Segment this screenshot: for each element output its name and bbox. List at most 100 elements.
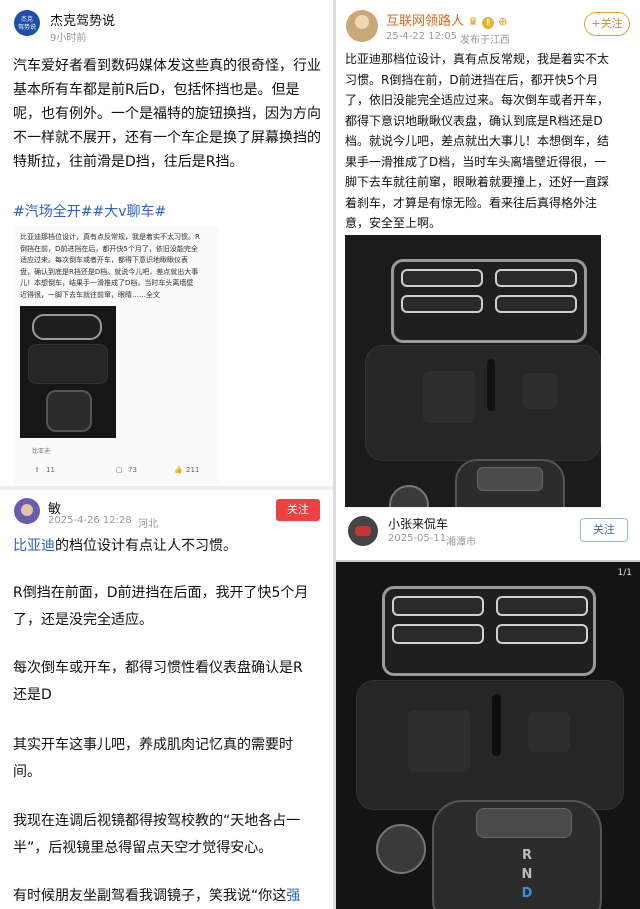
post-body-line-5: 档。就说今儿吧，差点就出大事儿！本想倒车，结 xyxy=(345,134,610,148)
stats-row: ⇪ 11 ▢ 73 👍 211 xyxy=(14,466,219,480)
vent-slat xyxy=(495,295,577,313)
paragraph-6-line-1: 有时候朋友坐副驾看我调镜子，笑我说“你这强 xyxy=(13,884,300,908)
post-body-line-6: 果手一滑推成了D档，当时车头离墙壁近得很，一 xyxy=(345,154,607,169)
gear-letters: R N D xyxy=(520,846,534,903)
post-body-line-7: 脚下去车就往前窜，眼瞅着就要撞上，还好一直踩 xyxy=(345,175,610,189)
post-location: 湘潭市 xyxy=(446,537,476,548)
vent-slat xyxy=(495,269,577,287)
left-top-panel: 杰克 驾势说 杰克驾势说 9小时前 汽车爱好者看到数码媒体发这些真的很奇怪，行业 … xyxy=(0,0,333,486)
avatar-figure-icon xyxy=(355,15,369,29)
tray-pad xyxy=(423,371,475,423)
avatar-figure-icon xyxy=(21,504,33,516)
comment-icon[interactable]: ▢ xyxy=(116,466,123,474)
post-time: 2025-4-26 12:28 xyxy=(48,515,132,526)
gear-letter-n: N xyxy=(521,867,533,882)
post-body-line-2: 习惯。R倒挡在前，D前进挡在后，都开快5个月 xyxy=(345,72,599,87)
hashtags[interactable]: #汽场全开##大v聊车# xyxy=(13,200,166,224)
author-name-text: 互联网领路人 xyxy=(386,14,465,29)
post-time: 2025-05-11 xyxy=(388,533,447,544)
quote-line: 倒挡在前，D前进挡在后，都开快5个月了，依旧没能完全 xyxy=(20,244,198,253)
quoted-post-card[interactable]: 比亚迪那档位设计，真有点反常规，我是着实不太习惯。R 倒挡在前，D前进挡在后，都… xyxy=(14,226,219,484)
quote-thumbnail[interactable] xyxy=(20,306,116,438)
level-badge: Ⅱ xyxy=(482,17,495,29)
repost-icon[interactable]: ⇪ xyxy=(34,466,40,474)
post-body-line-9: 意，安全至上啊。 xyxy=(345,216,442,230)
control-knob xyxy=(376,824,426,874)
quote-line: 盘，确认到底是R挡还是D档。就说今儿吧，差点就出大事 xyxy=(20,267,199,276)
tray xyxy=(28,344,108,384)
gear-display xyxy=(477,467,543,491)
gear-letter-r: R xyxy=(521,848,532,863)
control-knob xyxy=(389,485,429,507)
right-top-panel: 互联网领路人 ♛ Ⅱ ⊕ 25-4-22 12:05 发布于 江西 +关注 比亚… xyxy=(336,0,640,560)
post-body-line-5: 特斯拉，往前滑是D挡，往后是R挡。 xyxy=(13,154,244,170)
follow-button[interactable]: 关注 xyxy=(276,499,320,521)
post-body-line-8: 着刹车，才算是有惊无险。看来往后真得格外注 xyxy=(345,195,598,210)
tray-slot xyxy=(487,359,495,411)
paragraph-2-line-1: R倒挡在前面，D前进挡在后面，我开了快5个月 xyxy=(13,585,309,601)
author-avatar[interactable] xyxy=(14,498,40,524)
repost-count: 11 xyxy=(46,466,55,474)
image-counter: 1/1 xyxy=(617,568,632,578)
tray-pad xyxy=(523,373,557,409)
author-name[interactable]: 互联网领路人 ♛ Ⅱ ⊕ xyxy=(386,10,507,29)
vent-slat xyxy=(392,624,484,644)
vent xyxy=(32,314,102,340)
car-interior-photo[interactable] xyxy=(345,235,601,507)
author-name[interactable]: 小张来侃车 xyxy=(388,515,448,532)
post-body-line-1: 汽车爱好者看到数码媒体发这些真的很奇怪，行业 xyxy=(13,58,321,74)
vent-slat xyxy=(392,596,484,616)
paragraph-4-line-1: 其实开车这事儿吧，养成肌肉记忆真的需要时 xyxy=(13,737,293,753)
follow-button[interactable]: +关注 xyxy=(584,12,630,36)
post-location: 河北 xyxy=(138,519,158,530)
follow-button[interactable]: 关注 xyxy=(580,518,628,542)
paragraph-3-line-1: 每次倒车或开车，都得习惯性看仪表盘确认是R xyxy=(13,660,303,676)
post-body-line-4: 都得下意识地瞅瞅仪表盘，确认到底是R档还是D xyxy=(345,113,603,128)
paragraph-3-line-2: 还是D xyxy=(13,687,52,703)
quote-source: 比亚迪 xyxy=(32,448,51,455)
divider xyxy=(345,507,601,508)
avatar-logo-text: 杰克 驾势说 xyxy=(17,16,36,31)
phone-tray xyxy=(365,345,601,461)
paragraph-text: 有时候朋友坐副驾看我调镜子，笑我说“你这 xyxy=(13,888,287,904)
inline-link[interactable]: 强 xyxy=(286,888,300,904)
paragraph-5-line-1: 我现在连调后视镜都得按驾校教的“天地各占一 xyxy=(13,813,301,829)
post-location: 江西 xyxy=(490,35,510,46)
post-source: 发布于 xyxy=(460,35,490,46)
gear-display xyxy=(476,808,572,838)
vent-slat xyxy=(401,269,483,287)
left-bottom-panel: 敏 2025-4-26 12:28 河北 关注 比亚迪的档位设计有点让人不习惯。… xyxy=(0,490,333,909)
avatar-car-icon xyxy=(355,526,371,536)
gear-selector xyxy=(46,390,92,432)
post-time: 25-4-22 12:05 xyxy=(386,31,458,42)
post-time: 9小时前 xyxy=(50,33,87,44)
paragraph-text: 的档位设计有点让人不习惯。 xyxy=(55,538,237,554)
post-body-line-2: 基本所有车都是前R后D，包括怀挡也是。但是 xyxy=(13,82,300,98)
post-body-line-3: 呢，也有例外。一个是福特的旋钮换挡，因为方向 xyxy=(13,106,321,122)
quote-line: 比亚迪那档位设计，真有点反常规，我是着实不太习惯。R xyxy=(20,233,200,241)
post-body-line-4: 不一样就不展开，还有一个车企是换了屏幕换挡的 xyxy=(13,130,321,146)
tray-pad xyxy=(528,712,570,752)
author-name[interactable]: 杰克驾势说 xyxy=(50,10,115,29)
author-avatar[interactable] xyxy=(348,516,378,546)
author-avatar[interactable]: 杰克 驾势说 xyxy=(14,10,40,36)
phone-tray xyxy=(356,680,624,810)
vent-slat xyxy=(496,624,588,644)
post-body-line-1: 比亚迪那档位设计，真有点反常规，我是着实不太 xyxy=(345,52,610,66)
vent-slat xyxy=(496,596,588,616)
vent-slat xyxy=(401,295,483,313)
comment-count: 73 xyxy=(128,466,137,474)
paragraph-1: 比亚迪的档位设计有点让人不习惯。 xyxy=(13,534,237,558)
car-interior-photo-large[interactable]: 1/1 R N D xyxy=(336,562,640,909)
gear-letter-d: D xyxy=(521,886,533,901)
brand-link[interactable]: 比亚迪 xyxy=(13,538,55,554)
post-body-line-3: 了，依旧没能完全适应过来。每次倒车或者开车， xyxy=(345,93,610,107)
quote-line: 近得很，一脚下去车就往前窜，眼睛……全文 xyxy=(20,290,160,299)
tray-slot xyxy=(492,694,501,756)
author-avatar[interactable] xyxy=(346,10,378,42)
like-icon[interactable]: 👍 xyxy=(174,466,183,474)
paragraph-4-line-2: 间。 xyxy=(13,764,41,780)
verified-icon: ⊕ xyxy=(498,15,508,28)
crown-icon: ♛ xyxy=(468,15,479,28)
tray-pad xyxy=(408,710,470,772)
